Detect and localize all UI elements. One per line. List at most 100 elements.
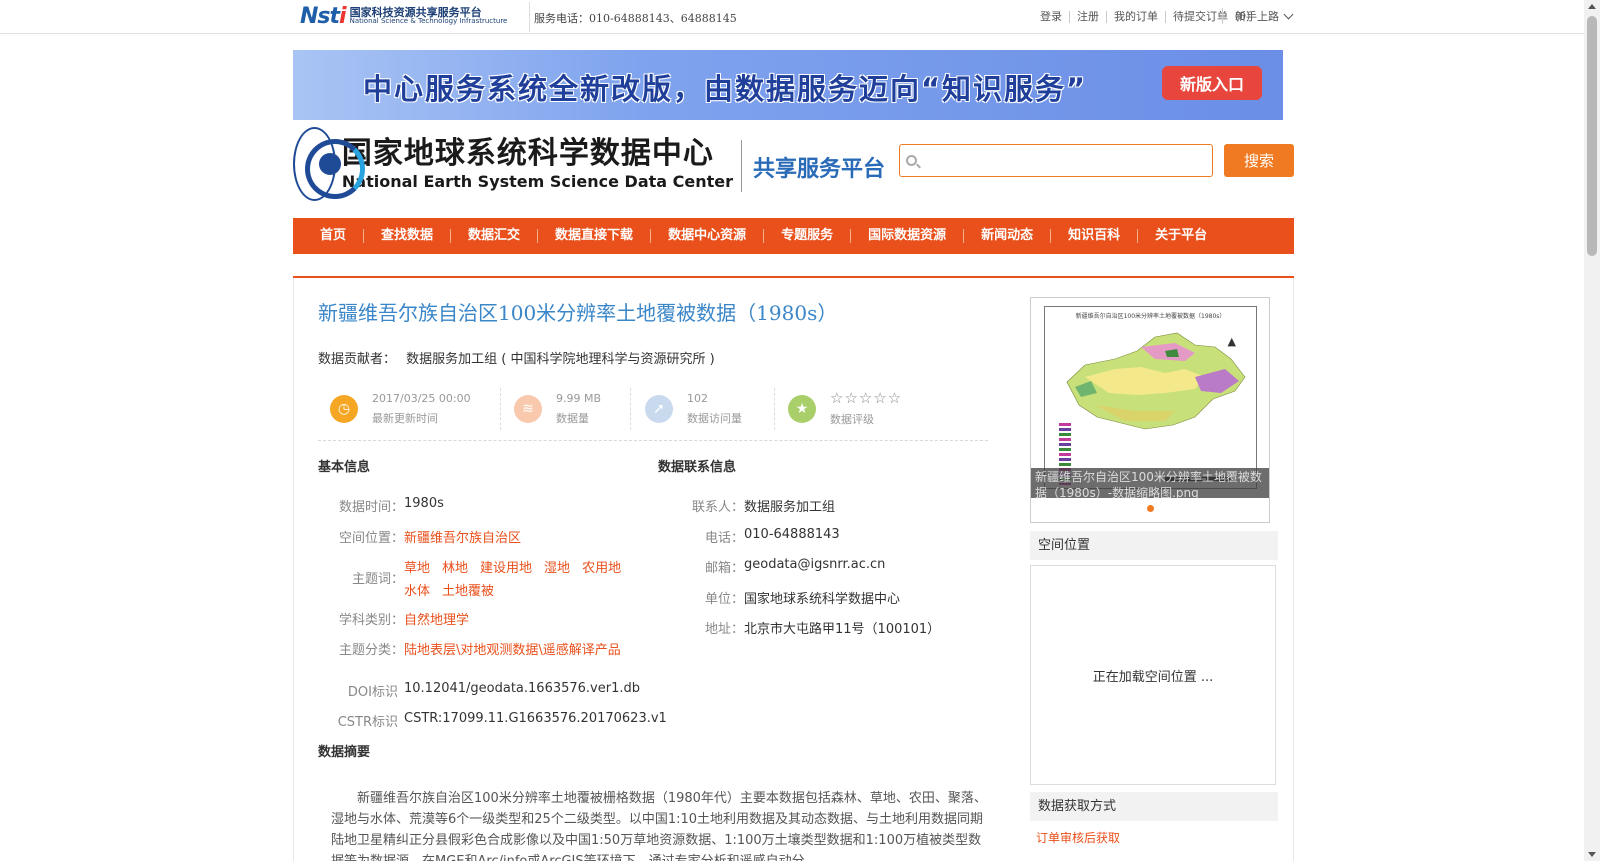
nav-topic-services[interactable]: 专题服务	[763, 229, 850, 243]
banner-text: 中心服务系统全新改版，由数据服务迈向“知识服务”	[363, 72, 1088, 106]
carousel-dot[interactable]	[1147, 505, 1154, 512]
info-value-category[interactable]: 陆地表层\对地观测数据\遥感解译产品	[404, 639, 621, 658]
spatial-map[interactable]: 正在加载空间位置 ...	[1030, 565, 1276, 785]
info-row-category: 主题分类： 陆地表层\对地观测数据\遥感解译产品	[318, 639, 621, 658]
announcement-banner[interactable]: 中心服务系统全新改版，由数据服务迈向“知识服务” 新版入口	[293, 50, 1283, 120]
order-access-link[interactable]: 订单审核后获取	[1036, 829, 1120, 846]
nav-home[interactable]: 首页	[303, 229, 363, 243]
info-label: 地址：	[704, 622, 744, 637]
info-label: 邮箱：	[704, 561, 744, 576]
nav-direct-download[interactable]: 数据直接下载	[537, 229, 650, 243]
layers-icon: ≋	[514, 395, 542, 423]
info-label: 主题分类：	[338, 643, 404, 658]
contact-row-phone: 电话： 010-64888143	[658, 527, 840, 546]
dataset-contributor: 数据贡献者： 数据服务加工组 ( 中国科学院地理科学与资源研究所 )	[318, 348, 715, 367]
contributor-value: 数据服务加工组 ( 中国科学院地理科学与资源研究所 )	[406, 352, 715, 367]
stat-rating: ★ ☆☆☆☆☆ 数据评级	[788, 386, 902, 432]
scroll-down-arrow-icon[interactable]	[1588, 852, 1596, 857]
search-button[interactable]: 搜索	[1224, 144, 1294, 177]
search-box[interactable]	[899, 144, 1213, 177]
register-link[interactable]: 注册	[1069, 11, 1106, 23]
info-value-location[interactable]: 新疆维吾尔族自治区	[404, 527, 521, 546]
stat-updated: ◷ 2017/03/25 00:00 最新更新时间	[330, 386, 471, 432]
info-label: 主题词：	[351, 572, 404, 587]
contact-address: 北京市大屯路甲11号（100101）	[744, 622, 941, 637]
info-row-cstr: CSTR标识 CSTR:17099.11.G1663576.20170623.v…	[318, 711, 667, 730]
contributor-label: 数据贡献者：	[318, 352, 397, 367]
header-divider	[741, 140, 742, 192]
stat-size-value: 9.99 MB	[556, 392, 602, 405]
info-label: 学科类别：	[338, 613, 404, 628]
center-name-en: National Earth System Science Data Cente…	[341, 171, 733, 191]
contact-row-email: 邮箱： geodata@igsnrr.ac.cn	[658, 557, 885, 576]
search-input[interactable]	[924, 149, 1204, 173]
keyword-link[interactable]: 草地	[404, 557, 430, 576]
info-value-cstr: CSTR:17099.11.G1663576.20170623.v1	[404, 711, 667, 726]
scrollbar-thumb[interactable]	[1587, 16, 1597, 256]
thumbnail-image[interactable]: 新疆维吾尔自治区100米分辨率土地覆被数据（1980s） ▲	[1044, 306, 1257, 489]
center-name-cn: 国家地球系统科学数据中心	[341, 136, 714, 172]
topbar-divider	[529, 2, 530, 32]
clock-icon: ◷	[330, 395, 358, 423]
info-value-discipline[interactable]: 自然地理学	[404, 609, 469, 628]
main-nav: 首页 查找数据 数据汇交 数据直接下载 数据中心资源 专题服务 国际数据资源 新…	[293, 218, 1294, 254]
contact-row-address: 地址： 北京市大屯路甲11号（100101）	[658, 618, 940, 637]
contact-person: 数据服务加工组	[744, 500, 836, 515]
stat-visits-value: 102	[687, 392, 708, 405]
thumbnail-caption: 新疆维吾尔自治区100米分辨率土地覆被数据（1980s）-数据缩略图.png	[1031, 468, 1269, 498]
keyword-link[interactable]: 建设用地	[480, 557, 532, 576]
nav-about[interactable]: 关于平台	[1137, 229, 1224, 243]
platform-name: 共享服务平台	[753, 157, 886, 182]
info-row-time: 数据时间： 1980s	[318, 496, 444, 515]
stat-rating-label: 数据评级	[830, 413, 874, 426]
my-orders-link[interactable]: 我的订单	[1106, 11, 1165, 23]
service-hotline: 服务电话：010-64888143、64888145	[534, 12, 737, 25]
nsti-logo[interactable]: Nsti 国家科技资源共享服务平台 National Science & Tec…	[300, 2, 530, 30]
page-scrollbar[interactable]	[1584, 0, 1600, 861]
stat-visits-label: 数据访问量	[687, 412, 742, 425]
login-link[interactable]: 登录	[1033, 11, 1069, 23]
stat-divider	[630, 388, 631, 430]
info-value-doi: 10.12041/geodata.1663576.ver1.db	[404, 681, 640, 696]
star-badge-icon: ★	[788, 395, 816, 423]
map-loading-text: 正在加载空间位置 ...	[1092, 669, 1214, 685]
nav-data-submission[interactable]: 数据汇交	[450, 229, 537, 243]
newbie-guide-label: 新手上路	[1235, 10, 1279, 23]
info-label: 数据时间：	[338, 500, 404, 515]
center-seal-logo	[293, 127, 365, 201]
search-icon	[906, 155, 917, 166]
info-row-doi: DOI标识 10.12041/geodata.1663576.ver1.db	[318, 681, 640, 700]
rating-stars-icon[interactable]: ☆☆☆☆☆	[830, 391, 902, 406]
nav-find-data[interactable]: 查找数据	[363, 229, 450, 243]
info-label: 单位：	[704, 592, 744, 607]
newbie-guide-dropdown[interactable]: 新手上路	[1222, 8, 1294, 24]
keyword-link[interactable]: 土地覆被	[442, 580, 494, 599]
scroll-up-arrow-icon[interactable]	[1588, 4, 1596, 9]
info-label: 联系人：	[691, 500, 744, 515]
nav-news[interactable]: 新闻动态	[963, 229, 1050, 243]
info-label: DOI标识	[347, 685, 398, 700]
stat-divider	[500, 388, 501, 430]
info-label: 电话：	[704, 531, 744, 546]
dataset-title: 新疆维吾尔族自治区100米分辨率土地覆被数据（1980s）	[318, 301, 838, 325]
center-logo[interactable]: 国家地球系统科学数据中心 National Earth System Scien…	[293, 127, 733, 201]
stat-size: ≋ 9.99 MB 数据量	[514, 386, 601, 432]
keyword-link[interactable]: 湿地	[544, 557, 570, 576]
info-value-time: 1980s	[404, 496, 444, 511]
nav-encyclopedia[interactable]: 知识百科	[1050, 229, 1137, 243]
abstract-heading: 数据摘要	[318, 745, 371, 760]
dataset-stats: ◷ 2017/03/25 00:00 最新更新时间 ≋ 9.99 MB 数据量 …	[318, 386, 988, 441]
keyword-link[interactable]: 水体	[404, 580, 430, 599]
keyword-link[interactable]: 农用地	[582, 557, 621, 576]
new-version-button[interactable]: 新版入口	[1162, 66, 1262, 100]
stat-updated-value: 2017/03/25 00:00	[372, 392, 471, 405]
thumbnail-carousel[interactable]: 新疆维吾尔自治区100米分辨率土地覆被数据（1980s） ▲ 新疆维吾尔自治区1…	[1030, 297, 1270, 523]
stat-divider	[774, 388, 775, 430]
nav-international-data[interactable]: 国际数据资源	[850, 229, 963, 243]
nav-center-resources[interactable]: 数据中心资源	[650, 229, 763, 243]
contact-info-heading: 数据联系信息	[658, 460, 737, 475]
cursor-icon: ➚	[645, 395, 673, 423]
info-label: CSTR标识	[337, 715, 398, 730]
keyword-link[interactable]: 林地	[442, 557, 468, 576]
nsti-logo-mark: Nsti	[300, 3, 347, 29]
